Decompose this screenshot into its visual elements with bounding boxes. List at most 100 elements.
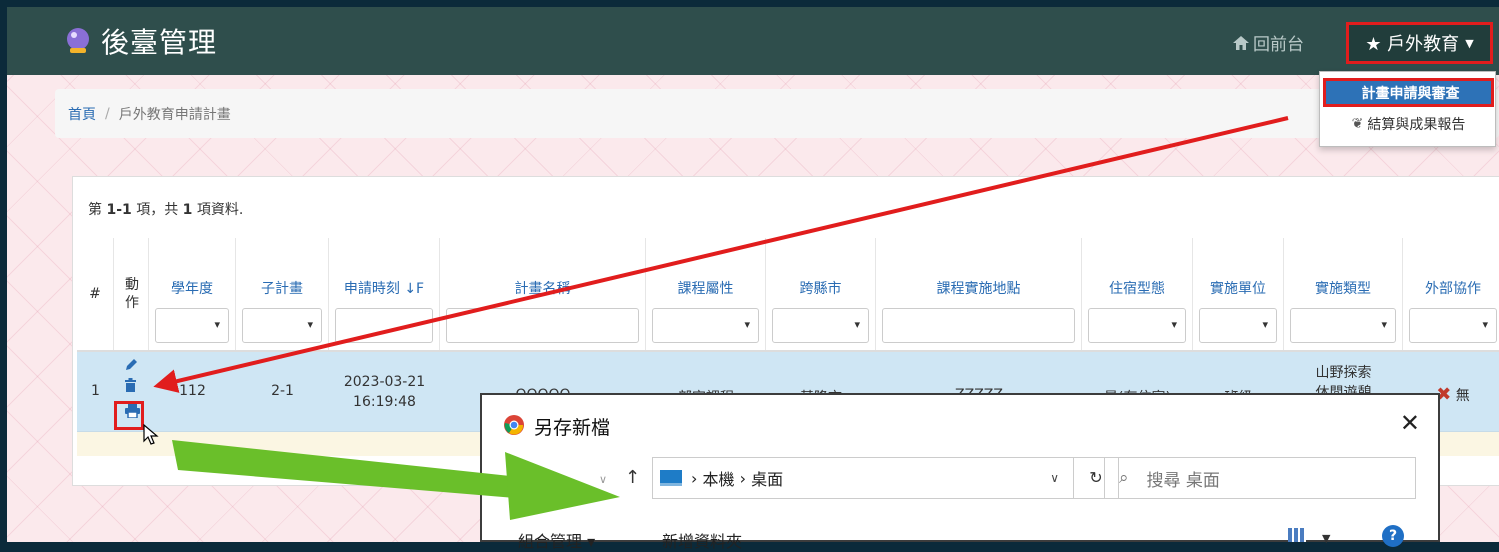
- address-sep-2: ›: [734, 468, 752, 488]
- search-placeholder: 搜尋 桌面: [1146, 470, 1220, 491]
- search-box[interactable]: ⌕ 搜尋 桌面: [1104, 457, 1416, 499]
- col-subplan-label[interactable]: 子計畫: [236, 278, 328, 298]
- chrome-icon: [504, 415, 524, 435]
- col-name[interactable]: 計畫名稱: [440, 238, 646, 350]
- menu-item-settlement[interactable]: ❦ 結算與成果報告: [1323, 111, 1494, 137]
- summary-middle: 項，共: [131, 202, 183, 218]
- address-segment-desktop[interactable]: 桌面: [751, 466, 783, 490]
- col-unit-label[interactable]: 實施單位: [1193, 278, 1283, 298]
- apply-time-text: 申請時刻: [343, 281, 400, 297]
- col-apply-time-label[interactable]: 申請時刻 ↓F: [329, 278, 439, 298]
- refresh-icon: ↻: [1089, 468, 1103, 487]
- computer-icon: [660, 470, 682, 486]
- apply-time-filter-input[interactable]: [335, 308, 433, 343]
- col-num-label: #: [89, 286, 101, 302]
- user-menu-label: ★ 戶外教育: [1365, 34, 1460, 55]
- col-num: #: [77, 238, 114, 350]
- breadcrumb-current: 戶外教育申請計畫: [118, 106, 231, 123]
- col-impl-type[interactable]: 實施類型 ▾: [1284, 238, 1403, 350]
- home-link-label: 回前台: [1253, 35, 1304, 55]
- impl-type-filter-select[interactable]: ▾: [1290, 308, 1396, 343]
- col-year-label[interactable]: 學年度: [149, 278, 235, 298]
- view-options-icon[interactable]: [1288, 528, 1306, 542]
- col-subplan[interactable]: 子計畫 ▾: [236, 238, 329, 350]
- caret-down-icon: ▼: [1465, 36, 1474, 50]
- edit-icon[interactable]: [124, 358, 138, 372]
- name-filter-input[interactable]: [446, 308, 639, 343]
- help-icon[interactable]: ?: [1382, 525, 1404, 547]
- recent-locations-icon[interactable]: ∨: [599, 473, 607, 486]
- subplan-filter-select[interactable]: ▾: [242, 308, 322, 343]
- col-action-label: 動作: [125, 277, 139, 311]
- chevron-down-icon: ▾: [854, 318, 860, 331]
- home-link[interactable]: 回前台: [1232, 30, 1304, 55]
- chevron-down-icon[interactable]: ∨: [1050, 471, 1059, 485]
- chevron-down-icon: ▾: [1262, 318, 1268, 331]
- year-filter-select[interactable]: ▾: [155, 308, 229, 343]
- print-highlight-box: [114, 401, 144, 430]
- back-arrow-icon[interactable]: ←: [513, 470, 526, 489]
- address-sep-1: ›: [691, 468, 703, 488]
- col-unit[interactable]: 實施單位 ▾: [1193, 238, 1284, 350]
- menu-item-plan-review-label: 計畫申請與審查: [1361, 85, 1460, 102]
- chevron-down-icon: ▾: [1482, 318, 1488, 331]
- course-type-filter-select[interactable]: ▾: [652, 308, 759, 343]
- col-location[interactable]: 課程實施地點: [876, 238, 1082, 350]
- cross-county-filter-select[interactable]: ▾: [772, 308, 869, 343]
- row-impl-type-1: 山野探索: [1315, 365, 1372, 381]
- col-external-label[interactable]: 外部協作: [1403, 278, 1499, 298]
- new-folder-button[interactable]: 新增資料夾: [662, 528, 742, 552]
- external-filter-select[interactable]: ▾: [1409, 308, 1497, 343]
- menu-item-settlement-label: 結算與成果報告: [1367, 117, 1466, 133]
- chevron-down-icon: ▾: [1171, 318, 1177, 331]
- sprout-icon: ❦: [1351, 116, 1364, 132]
- row-year: 112: [179, 383, 206, 399]
- mouse-cursor-icon: [143, 424, 159, 445]
- app-title: 後臺管理: [101, 26, 218, 59]
- forward-arrow-icon[interactable]: →: [538, 470, 551, 489]
- user-menu-button[interactable]: ★ 戶外教育 ▼: [1346, 22, 1493, 64]
- col-cross-county-label[interactable]: 跨縣市: [766, 278, 875, 298]
- location-filter-input[interactable]: [882, 308, 1075, 343]
- unit-filter-select[interactable]: ▾: [1199, 308, 1277, 343]
- result-summary: 第 1-1 項，共 1 項資料.: [88, 199, 243, 219]
- address-segment-pc[interactable]: 本機: [702, 466, 734, 490]
- trash-icon[interactable]: [124, 378, 137, 393]
- col-year[interactable]: 學年度 ▾: [149, 238, 236, 350]
- col-name-label[interactable]: 計畫名稱: [440, 278, 645, 298]
- row-date: 2023-03-21: [343, 374, 426, 390]
- summary-suffix: 項資料.: [192, 202, 244, 218]
- chevron-down-icon: ▾: [744, 318, 750, 331]
- row-apply-time: 2023-03-21 16:19:48: [329, 372, 440, 412]
- col-course-type[interactable]: 課程屬性 ▾: [646, 238, 766, 350]
- brand[interactable]: 後臺管理: [64, 21, 217, 61]
- row-num: 1: [91, 383, 100, 399]
- breadcrumb-home[interactable]: 首頁: [68, 104, 96, 124]
- col-location-label[interactable]: 課程實施地點: [876, 278, 1081, 298]
- col-course-type-label[interactable]: 課程屬性: [646, 278, 765, 298]
- col-apply-time[interactable]: 申請時刻 ↓F: [329, 238, 440, 350]
- close-icon[interactable]: ✕: [1400, 409, 1420, 437]
- home-icon: [1233, 35, 1249, 50]
- summary-range: 1-1: [106, 202, 132, 218]
- menu-item-plan-review[interactable]: 計畫申請與審查: [1323, 78, 1494, 107]
- col-cross-county[interactable]: 跨縣市 ▾: [766, 238, 876, 350]
- col-external[interactable]: 外部協作 ▾: [1403, 238, 1499, 350]
- col-impl-type-label[interactable]: 實施類型: [1284, 278, 1402, 298]
- up-arrow-icon[interactable]: ↑: [625, 467, 640, 488]
- dialog-title: 另存新檔: [534, 417, 611, 439]
- col-lodging-label[interactable]: 住宿型態: [1082, 278, 1192, 298]
- address-bar[interactable]: › 本機 › 桌面 ∨: [652, 457, 1074, 499]
- summary-total: 1: [182, 202, 193, 218]
- caret-down-icon[interactable]: ▼: [1322, 532, 1330, 545]
- lodging-filter-select[interactable]: ▾: [1088, 308, 1186, 343]
- navbar: 後臺管理 回前台 ★ 戶外教育 ▼: [7, 7, 1499, 75]
- sort-icon: ↓F: [404, 281, 425, 297]
- row-external-text: 無: [1455, 388, 1470, 404]
- row-time: 16:19:48: [353, 394, 416, 410]
- row-subplan: 2-1: [271, 383, 294, 399]
- organize-button[interactable]: 組合管理 ▾: [518, 528, 595, 552]
- col-lodging[interactable]: 住宿型態 ▾: [1082, 238, 1193, 350]
- chevron-down-icon: ▾: [214, 318, 220, 331]
- summary-prefix: 第: [88, 202, 107, 218]
